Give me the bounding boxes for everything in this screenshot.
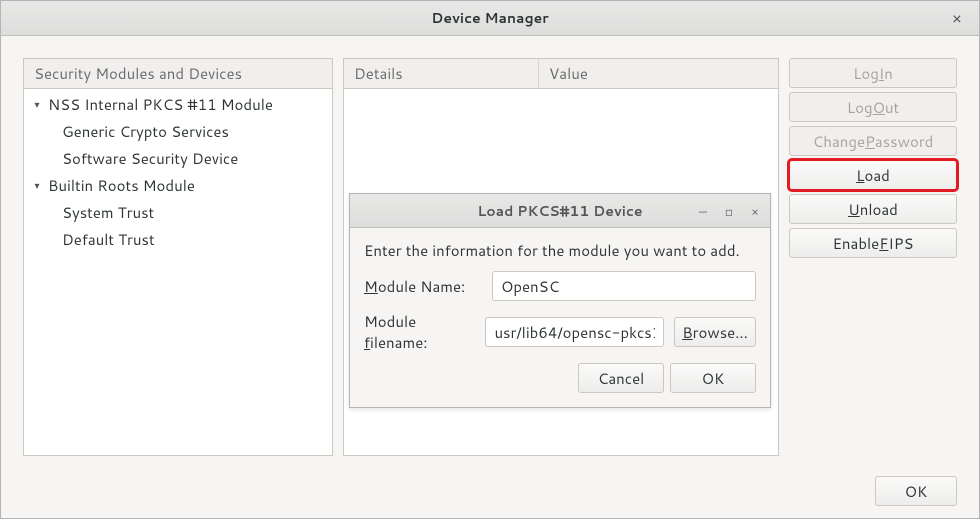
tree-item-label: Generic Crypto Services [62,121,229,142]
device-manager-window: Device Manager × Security Modules and De… [0,0,980,519]
side-buttons: Log In Log Out Change Password Load Unlo… [789,58,957,456]
modules-tree: Security Modules and Devices ▾ NSS Inter… [23,58,333,456]
dialog-actions: Cancel OK [364,363,756,393]
chevron-down-icon[interactable]: ▾ [30,179,44,193]
details-header-row: Details Value [344,59,778,89]
browse-button[interactable]: Browse... [674,317,756,347]
window-title: Device Manager [431,8,548,28]
module-filename-row: Module filename: Browse... [364,311,756,353]
tree-item-nss-module[interactable]: ▾ NSS Internal PKCS #11 Module [24,91,332,118]
close-icon[interactable]: × [945,1,969,36]
dialog-body: Enter the information for the module you… [350,228,770,407]
cancel-button[interactable]: Cancel [578,363,664,393]
tree-header[interactable]: Security Modules and Devices [24,59,332,88]
chevron-down-icon[interactable]: ▾ [30,98,44,112]
close-icon[interactable]: × [748,203,762,220]
tree-item-system-trust[interactable]: System Trust [24,199,332,226]
load-pkcs11-dialog: Load PKCS#11 Device — ▫ × Enter the info… [349,193,771,408]
module-name-label: Module Name: [364,276,482,297]
tree-item-generic-crypto[interactable]: Generic Crypto Services [24,118,332,145]
load-button[interactable]: Load [789,160,957,190]
footer: OK [875,476,957,506]
maximize-icon[interactable]: ▫ [722,203,736,220]
logout-button[interactable]: Log Out [789,92,957,122]
module-name-row: Module Name: [364,271,756,301]
details-header-name[interactable]: Details [344,59,539,88]
details-header-value[interactable]: Value [539,59,778,88]
tree-item-label: Software Security Device [62,148,238,169]
tree-item-software-security[interactable]: Software Security Device [24,145,332,172]
module-filename-input[interactable] [485,317,664,347]
dialog-instruction: Enter the information for the module you… [364,240,756,261]
login-button[interactable]: Log In [789,58,957,88]
titlebar: Device Manager × [1,1,979,36]
tree-item-default-trust[interactable]: Default Trust [24,226,332,253]
minimize-icon[interactable]: — [696,203,710,220]
tree-item-label: NSS Internal PKCS #11 Module [48,94,273,115]
ok-button[interactable]: OK [875,476,957,506]
dialog-ok-button[interactable]: OK [670,363,756,393]
tree-item-label: System Trust [62,202,154,223]
tree-item-builtin-roots[interactable]: ▾ Builtin Roots Module [24,172,332,199]
unload-button[interactable]: Unload [789,194,957,224]
dialog-window-controls: — ▫ × [696,194,762,228]
tree-body: ▾ NSS Internal PKCS #11 Module Generic C… [24,89,332,455]
dialog-titlebar: Load PKCS#11 Device — ▫ × [350,194,770,228]
tree-item-label: Builtin Roots Module [48,175,195,196]
module-name-input[interactable] [492,271,756,301]
tree-header-row: Security Modules and Devices [24,59,332,89]
enable-fips-button[interactable]: Enable FIPS [789,228,957,258]
tree-item-label: Default Trust [62,229,155,250]
module-filename-label: Module filename: [364,311,475,353]
change-password-button[interactable]: Change Password [789,126,957,156]
